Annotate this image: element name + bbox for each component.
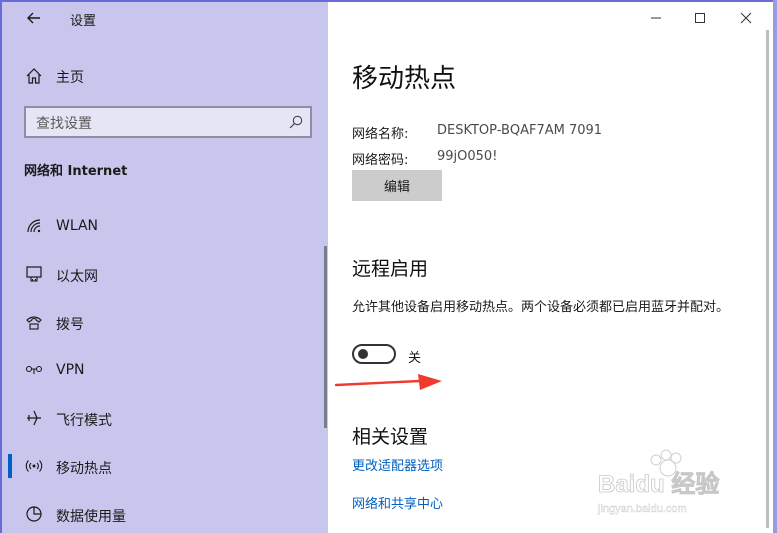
active-indicator — [8, 454, 12, 478]
close-button[interactable] — [734, 8, 758, 28]
toggle-knob — [358, 349, 368, 359]
search-icon[interactable] — [288, 114, 304, 130]
remote-section-title: 远程启用 — [352, 258, 429, 280]
sidebar-item-hotspot[interactable]: 移动热点 — [2, 446, 328, 486]
sidebar-home-label: 主页 — [56, 70, 84, 86]
network-sharing-center-link[interactable]: 网络和共享中心 — [352, 493, 443, 512]
remote-description: 允许其他设备启用移动热点。两个设备必须都已启用蓝牙并配对。 — [352, 300, 730, 315]
sidebar: 设置 主页 查找设置 网络和 Internet WLAN 以太网 拨号 VPN … — [2, 2, 328, 533]
sidebar-item-dialup[interactable]: 拨号 — [2, 302, 328, 342]
wifi-icon — [27, 219, 41, 233]
network-password-label: 网络密码: — [352, 153, 409, 168]
section-title: 网络和 Internet — [24, 164, 128, 179]
data-usage-icon — [26, 506, 42, 522]
close-icon — [740, 12, 752, 24]
app-title: 设置 — [70, 14, 97, 29]
home-icon — [26, 68, 42, 84]
vpn-icon — [25, 365, 43, 374]
remote-enable-toggle[interactable] — [352, 344, 396, 364]
watermark-url: jingyan.baidu.com — [597, 503, 687, 515]
search-placeholder: 查找设置 — [36, 116, 92, 132]
sidebar-item-label: WLAN — [56, 218, 99, 234]
ethernet-icon — [26, 266, 42, 282]
sidebar-item-airplane[interactable]: 飞行模式 — [2, 398, 328, 438]
sidebar-item-label: 以太网 — [56, 269, 98, 285]
minimize-icon — [651, 17, 661, 19]
red-arrow-annotation — [334, 374, 442, 390]
hotspot-icon — [25, 460, 43, 472]
sidebar-item-label: 移动热点 — [56, 461, 112, 477]
sidebar-item-label: 拨号 — [56, 317, 84, 333]
toggle-state-label: 关 — [408, 351, 422, 366]
back-button[interactable] — [22, 6, 46, 30]
network-name-value: DESKTOP-BQAF7AM 7091 — [437, 123, 603, 138]
network-name-label: 网络名称: — [352, 127, 409, 142]
sidebar-item-label: VPN — [56, 362, 85, 378]
related-settings-title: 相关设置 — [352, 426, 429, 448]
minimize-button[interactable] — [644, 8, 668, 28]
sidebar-item-home[interactable]: 主页 — [2, 58, 328, 94]
back-arrow-icon — [27, 12, 40, 24]
maximize-icon — [695, 13, 705, 23]
sidebar-item-data-usage[interactable]: 数据使用量 — [2, 494, 328, 533]
sidebar-item-wlan[interactable]: WLAN — [2, 206, 328, 246]
window-frame-right — [773, 0, 777, 533]
sidebar-item-label: 数据使用量 — [56, 509, 126, 525]
main-scrollbar[interactable] — [766, 30, 769, 528]
change-adapter-options-link[interactable]: 更改适配器选项 — [352, 455, 443, 474]
sidebar-scrollbar[interactable] — [324, 246, 327, 428]
edit-button[interactable]: 编辑 — [352, 170, 442, 201]
airplane-icon — [27, 410, 41, 426]
page-title: 移动热点 — [352, 64, 457, 94]
maximize-button[interactable] — [688, 8, 712, 28]
baidu-watermark-logo: Baidu 经验 jingyan.baidu.com — [597, 449, 720, 515]
sidebar-item-vpn[interactable]: VPN — [2, 350, 328, 390]
sidebar-item-label: 飞行模式 — [56, 413, 112, 429]
watermark-brand: Baidu 经验 — [598, 470, 719, 498]
dialup-icon — [26, 316, 42, 330]
sidebar-item-ethernet[interactable]: 以太网 — [2, 254, 328, 294]
network-password-value: 99jO050! — [437, 149, 498, 164]
search-input[interactable]: 查找设置 — [24, 106, 312, 138]
